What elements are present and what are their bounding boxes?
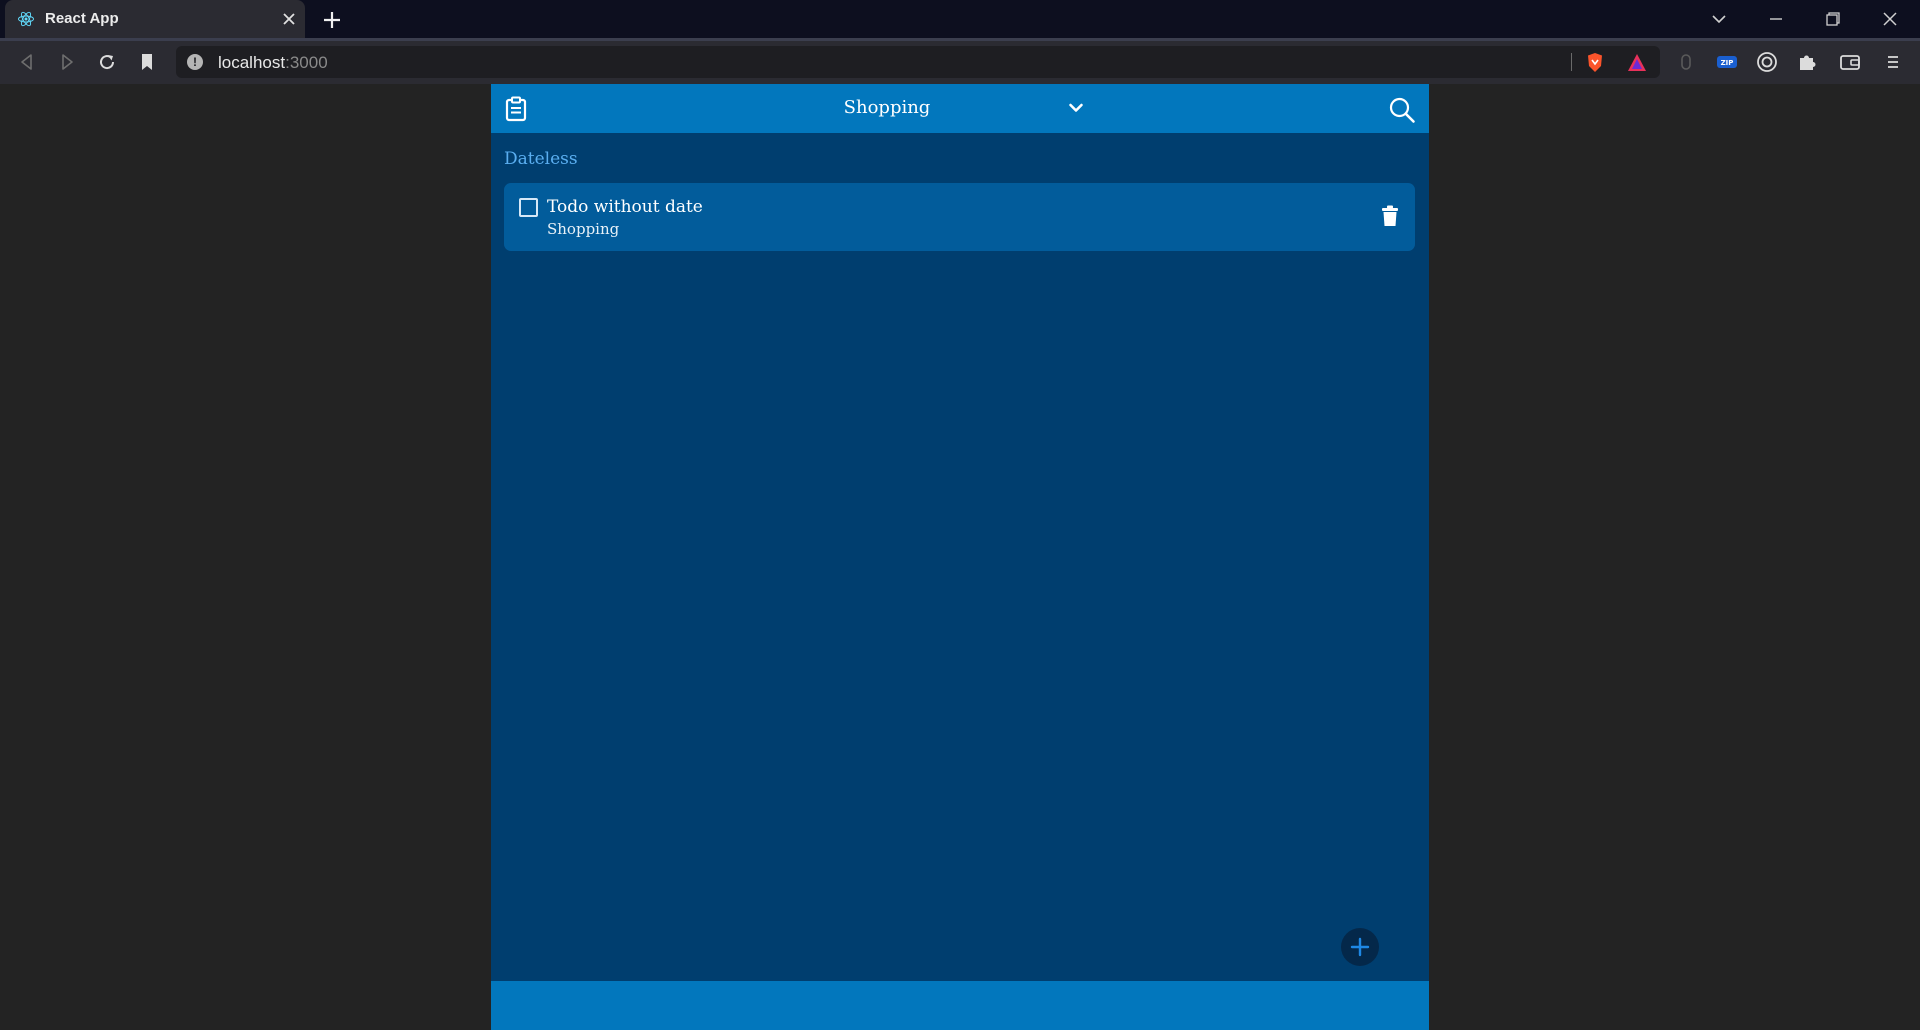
todo-list-name: Shopping [547,220,620,238]
wallet-icon[interactable] [1837,49,1863,75]
search-icon[interactable] [1388,96,1416,124]
app-header: Shopping [491,84,1429,133]
todo-app: Shopping Dateless Todo without date Shop… [491,84,1429,1030]
forward-icon[interactable] [55,50,79,74]
url-host: localhost [218,53,286,72]
new-tab-icon[interactable] [320,8,344,32]
plus-icon [1350,937,1370,957]
puzzle-icon[interactable] [1794,49,1820,75]
react-icon [18,11,34,27]
bookmark-icon[interactable] [135,50,159,74]
close-window-icon[interactable] [1877,6,1903,32]
todo-checkbox[interactable] [519,198,538,217]
close-tab-icon[interactable] [279,9,299,29]
tab-title: React App [45,10,119,27]
chevron-down-icon[interactable] [1067,99,1085,117]
trash-icon[interactable] [1381,205,1399,227]
section-heading-dateless: Dateless [504,149,578,169]
todo-item[interactable]: Todo without date Shopping [504,183,1415,251]
extension-icon[interactable] [1673,49,1699,75]
todo-title: Todo without date [547,197,703,217]
minimize-icon[interactable] [1763,6,1789,32]
reload-icon[interactable] [95,50,119,74]
browser-tab-bar: React App [0,0,1920,38]
browser-toolbar: localhost:3000 ZIP [0,38,1920,84]
url-port: :3000 [285,53,328,72]
address-bar-divider [1571,53,1572,71]
tab-search-chevron-icon[interactable] [1706,6,1732,32]
back-icon[interactable] [15,50,39,74]
svg-text:ZIP: ZIP [1721,59,1734,67]
restore-icon[interactable] [1820,6,1846,32]
app-footer [491,981,1429,1030]
zip-extension-icon[interactable]: ZIP [1714,49,1740,75]
address-bar[interactable]: localhost:3000 [176,46,1660,78]
menu-icon[interactable] [1880,49,1906,75]
site-info-icon[interactable] [187,54,203,70]
target-extension-icon[interactable] [1754,49,1780,75]
brave-shield-icon[interactable] [1582,50,1608,76]
list-title[interactable]: Shopping [491,97,1283,118]
brave-rewards-icon[interactable] [1624,50,1650,76]
url-text[interactable]: localhost:3000 [218,53,328,73]
browser-tab[interactable]: React App [5,0,305,38]
add-todo-button[interactable] [1341,928,1379,966]
